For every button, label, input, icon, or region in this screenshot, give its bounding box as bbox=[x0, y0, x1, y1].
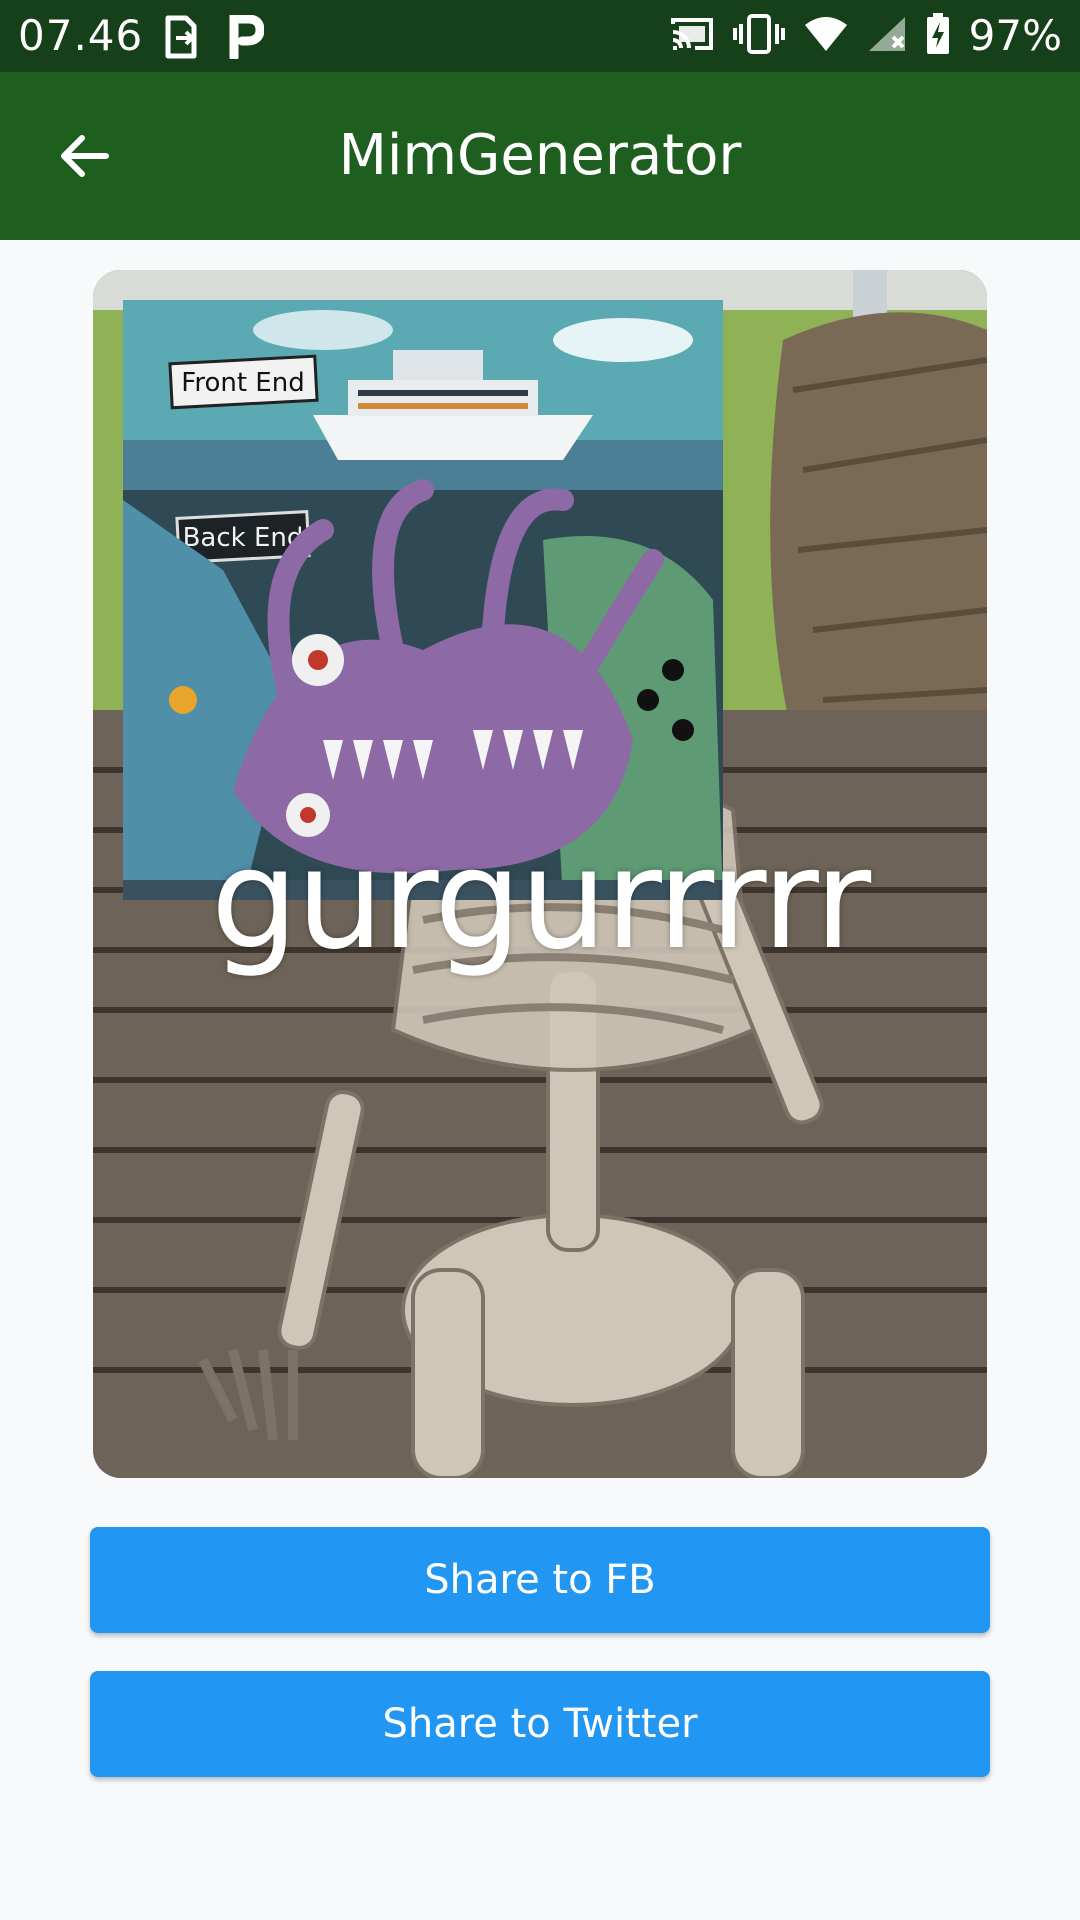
app-title: MimGenerator bbox=[338, 123, 742, 188]
file-transfer-icon bbox=[160, 14, 200, 64]
battery-charging-icon bbox=[925, 12, 951, 60]
wifi-icon bbox=[803, 15, 849, 57]
meme-caption: gurgurrrrr bbox=[210, 819, 871, 980]
p-app-icon bbox=[228, 14, 265, 63]
cast-icon bbox=[669, 14, 715, 58]
share-twitter-button[interactable]: Share to Twitter bbox=[90, 1671, 990, 1777]
signal-icon bbox=[867, 15, 907, 57]
share-fb-button[interactable]: Share to FB bbox=[90, 1527, 990, 1633]
svg-text:Back End: Back End bbox=[183, 523, 304, 553]
battery-percent: 97% bbox=[968, 11, 1062, 60]
app-bar: MimGenerator bbox=[0, 72, 1080, 240]
status-bar: 07.46 97% bbox=[0, 0, 1080, 72]
status-time: 07.46 bbox=[18, 11, 144, 60]
meme-image: Front End Back End gurgurrrrr bbox=[93, 270, 987, 1478]
vibrate-icon bbox=[732, 14, 785, 58]
svg-text:Front End: Front End bbox=[181, 368, 304, 398]
